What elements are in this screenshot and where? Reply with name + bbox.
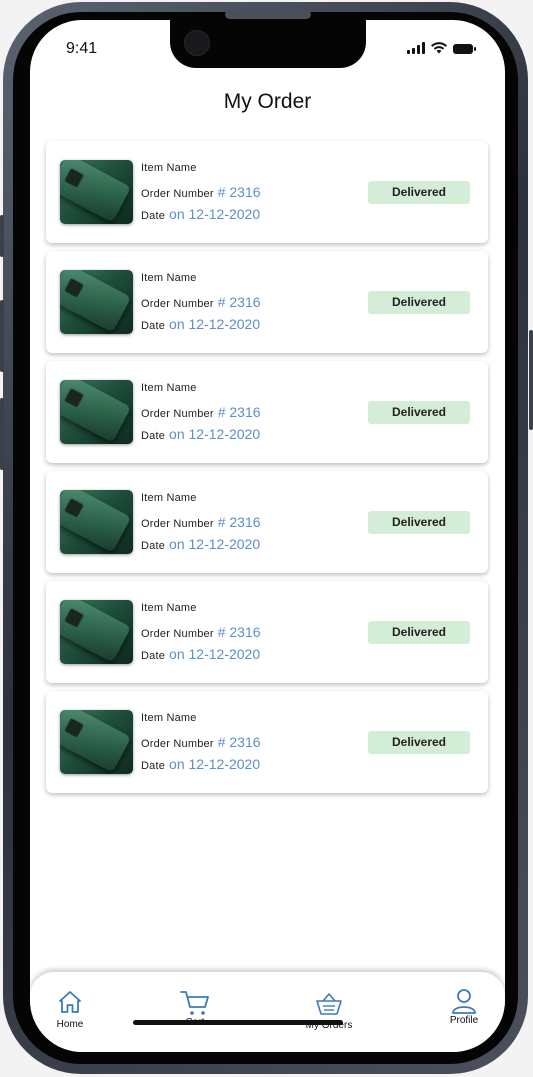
status-icons xyxy=(407,42,476,54)
order-info: Item Name Order Number # 2316 Date on 12… xyxy=(141,272,261,338)
item-name: Item Name xyxy=(141,492,197,504)
order-number-value: # 2316 xyxy=(217,294,261,310)
volume-up-button xyxy=(0,300,4,372)
product-image xyxy=(60,270,133,334)
item-name: Item Name xyxy=(141,272,197,284)
home-indicator xyxy=(133,1020,343,1025)
order-number-value: # 2316 xyxy=(217,514,261,530)
status-badge: Delivered xyxy=(368,621,470,644)
item-name: Item Name xyxy=(141,602,197,614)
date-label: Date xyxy=(141,430,166,442)
wifi-icon xyxy=(431,42,447,54)
cellular-signal-icon xyxy=(407,42,425,54)
date-label: Date xyxy=(141,760,166,772)
camera xyxy=(184,30,210,56)
basket-icon xyxy=(316,993,342,1015)
order-info: Item Name Order Number # 2316 Date on 12… xyxy=(141,162,261,228)
notch xyxy=(170,20,366,68)
mute-switch xyxy=(0,215,4,257)
order-number-value: # 2316 xyxy=(217,624,261,640)
item-name: Item Name xyxy=(141,382,197,394)
item-name: Item Name xyxy=(141,162,197,174)
bottom-nav: Home Cart My Orders xyxy=(30,972,505,1052)
order-card[interactable]: Item Name Order Number # 2316 Date on 12… xyxy=(46,361,488,463)
order-info: Item Name Order Number # 2316 Date on 12… xyxy=(141,382,261,448)
date-label: Date xyxy=(141,540,166,552)
user-icon xyxy=(452,989,476,1014)
order-number-label: Order Number xyxy=(141,518,214,530)
order-number-label: Order Number xyxy=(141,628,214,640)
order-number-label: Order Number xyxy=(141,738,214,750)
status-badge: Delivered xyxy=(368,731,470,754)
nav-home-label: Home xyxy=(56,1019,84,1030)
order-info: Item Name Order Number # 2316 Date on 12… xyxy=(141,602,261,668)
volume-down-button xyxy=(0,398,4,470)
nav-profile[interactable]: Profile xyxy=(424,972,504,1026)
product-image xyxy=(60,160,133,224)
product-image xyxy=(60,600,133,664)
top-speaker xyxy=(225,10,311,19)
nav-profile-label: Profile xyxy=(449,1015,479,1026)
order-card[interactable]: Item Name Order Number # 2316 Date on 12… xyxy=(46,581,488,683)
page: 9:41 My Order Item Name Order Number # 2… xyxy=(0,0,533,1077)
order-card[interactable]: Item Name Order Number # 2316 Date on 12… xyxy=(46,471,488,573)
status-badge: Delivered xyxy=(368,401,470,424)
product-image xyxy=(60,490,133,554)
status-badge: Delivered xyxy=(368,181,470,204)
item-name: Item Name xyxy=(141,712,197,724)
power-button xyxy=(529,330,533,430)
home-icon xyxy=(59,991,81,1013)
order-card[interactable]: Item Name Order Number # 2316 Date on 12… xyxy=(46,691,488,793)
product-image xyxy=(60,380,133,444)
nav-home[interactable]: Home xyxy=(30,972,110,1030)
order-card[interactable]: Item Name Order Number # 2316 Date on 12… xyxy=(46,251,488,353)
date-label: Date xyxy=(141,320,166,332)
screen: 9:41 My Order Item Name Order Number # 2… xyxy=(30,20,505,1052)
status-time: 9:41 xyxy=(66,40,98,57)
order-number-value: # 2316 xyxy=(217,734,261,750)
date-label: Date xyxy=(141,210,166,222)
date-value: on 12-12-2020 xyxy=(169,206,261,222)
order-list: Item Name Order Number # 2316 Date on 12… xyxy=(46,141,488,801)
order-info: Item Name Order Number # 2316 Date on 12… xyxy=(141,712,261,778)
status-badge: Delivered xyxy=(368,511,470,534)
order-card[interactable]: Item Name Order Number # 2316 Date on 12… xyxy=(46,141,488,243)
order-number-label: Order Number xyxy=(141,298,214,310)
order-number-value: # 2316 xyxy=(217,184,261,200)
page-title: My Order xyxy=(223,90,312,113)
battery-icon xyxy=(453,44,476,54)
date-value: on 12-12-2020 xyxy=(169,536,261,552)
status-badge: Delivered xyxy=(368,291,470,314)
date-value: on 12-12-2020 xyxy=(169,316,261,332)
order-info: Item Name Order Number # 2316 Date on 12… xyxy=(141,492,261,558)
date-label: Date xyxy=(141,650,166,662)
order-number-label: Order Number xyxy=(141,408,214,420)
product-image xyxy=(60,710,133,774)
date-value: on 12-12-2020 xyxy=(169,646,261,662)
date-value: on 12-12-2020 xyxy=(169,426,261,442)
order-number-value: # 2316 xyxy=(217,404,261,420)
cart-icon xyxy=(180,991,209,1015)
order-number-label: Order Number xyxy=(141,188,214,200)
date-value: on 12-12-2020 xyxy=(169,756,261,772)
